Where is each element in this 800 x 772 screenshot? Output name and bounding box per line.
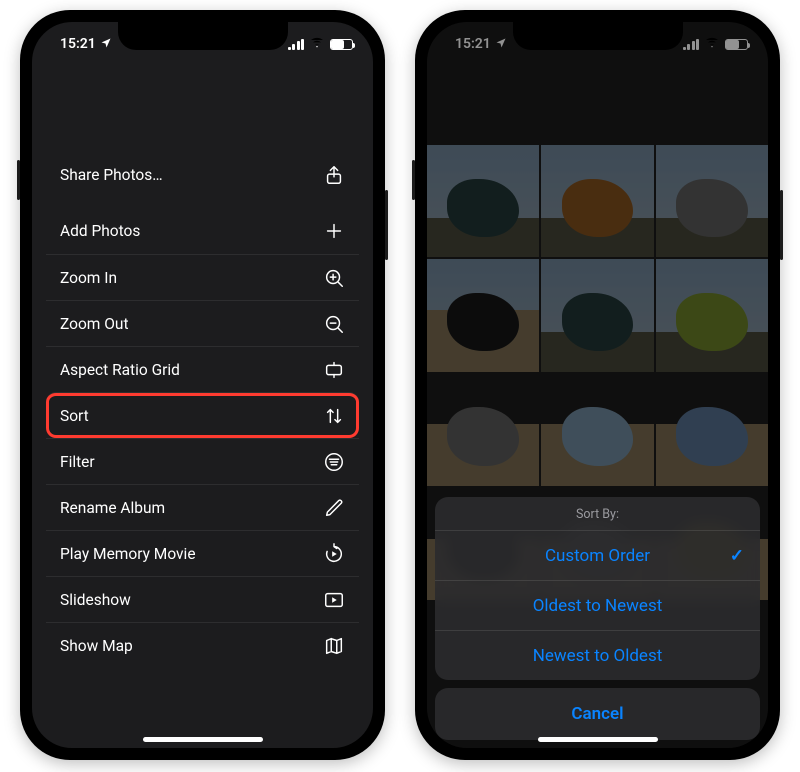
menu-label: Zoom Out [60, 315, 129, 333]
menu-label: Sort [60, 407, 89, 425]
menu-label: Aspect Ratio Grid [60, 361, 180, 379]
menu-label: Add Photos [60, 222, 140, 240]
play-rect-icon [323, 589, 345, 611]
menu-label: Share Photos… [60, 166, 163, 184]
share-icon [323, 164, 345, 186]
menu-label: Slideshow [60, 591, 131, 609]
location-icon [100, 37, 112, 52]
slideshow-row[interactable]: Slideshow [46, 576, 359, 622]
add-photos-row[interactable]: Add Photos [46, 208, 359, 254]
sort-option-custom[interactable]: Custom Order [435, 530, 760, 580]
phone-left: 15:21 WhatsApp 8 Jan 2005 – 29 Nov 2019 [20, 10, 385, 760]
menu-label: Show Map [60, 637, 133, 655]
rename-album-row[interactable]: Rename Album [46, 484, 359, 530]
zoom-out-row[interactable]: Zoom Out [46, 300, 359, 346]
menu-label: Play Memory Movie [60, 545, 196, 563]
clock: 15:21 [455, 36, 491, 52]
cellular-icon [683, 39, 700, 50]
play-memory-movie-row[interactable]: Play Memory Movie [46, 530, 359, 576]
sheet-cancel-block: Cancel [435, 688, 760, 740]
battery-icon [330, 39, 353, 50]
menu-label: Rename Album [60, 499, 165, 517]
status-left: 15:21 [60, 36, 112, 52]
zoom-in-icon [323, 267, 345, 289]
sort-row[interactable]: Sort [46, 392, 359, 438]
status-right [288, 34, 354, 54]
replay-icon [323, 543, 345, 565]
filter-row[interactable]: Filter [46, 438, 359, 484]
battery-icon [725, 39, 748, 50]
home-indicator[interactable] [538, 737, 658, 742]
clock: 15:21 [60, 36, 96, 52]
sheet-title: Sort By: [435, 497, 760, 530]
pencil-icon [323, 497, 345, 519]
wifi-icon [704, 34, 720, 54]
status-right [683, 34, 749, 54]
home-indicator[interactable] [143, 737, 263, 742]
show-map-row[interactable]: Show Map [46, 622, 359, 668]
aspect-ratio-grid-row[interactable]: Aspect Ratio Grid [46, 346, 359, 392]
notch [118, 22, 288, 50]
cellular-icon [288, 39, 305, 50]
share-photos-row[interactable]: Share Photos… [46, 152, 359, 198]
sort-option-newest[interactable]: Newest to Oldest [435, 630, 760, 680]
sort-icon [323, 405, 345, 427]
plus-icon [323, 220, 345, 242]
screen-right: 15:21 My Albums Select [427, 22, 768, 748]
zoom-out-icon [323, 313, 345, 335]
zoom-in-row[interactable]: Zoom In [46, 254, 359, 300]
cancel-button[interactable]: Cancel [435, 688, 760, 740]
phone-right: 15:21 My Albums Select [415, 10, 780, 760]
sort-action-sheet: Sort By: Custom Order Oldest to Newest N… [435, 497, 760, 740]
screen-left: 15:21 WhatsApp 8 Jan 2005 – 29 Nov 2019 [32, 22, 373, 748]
sheet-options: Sort By: Custom Order Oldest to Newest N… [435, 497, 760, 680]
map-icon [323, 635, 345, 657]
filter-icon [323, 451, 345, 473]
aspect-ratio-icon [323, 359, 345, 381]
menu-group-actions: Add Photos Zoom In Zoom Out Aspect Ratio… [46, 208, 359, 668]
status-left: 15:21 [455, 36, 507, 52]
wifi-icon [309, 34, 325, 54]
menu-group-share: Share Photos… [46, 152, 359, 198]
sort-option-oldest[interactable]: Oldest to Newest [435, 580, 760, 630]
menu-label: Zoom In [60, 269, 117, 287]
notch [513, 22, 683, 50]
menu-label: Filter [60, 453, 95, 471]
location-icon [495, 37, 507, 52]
